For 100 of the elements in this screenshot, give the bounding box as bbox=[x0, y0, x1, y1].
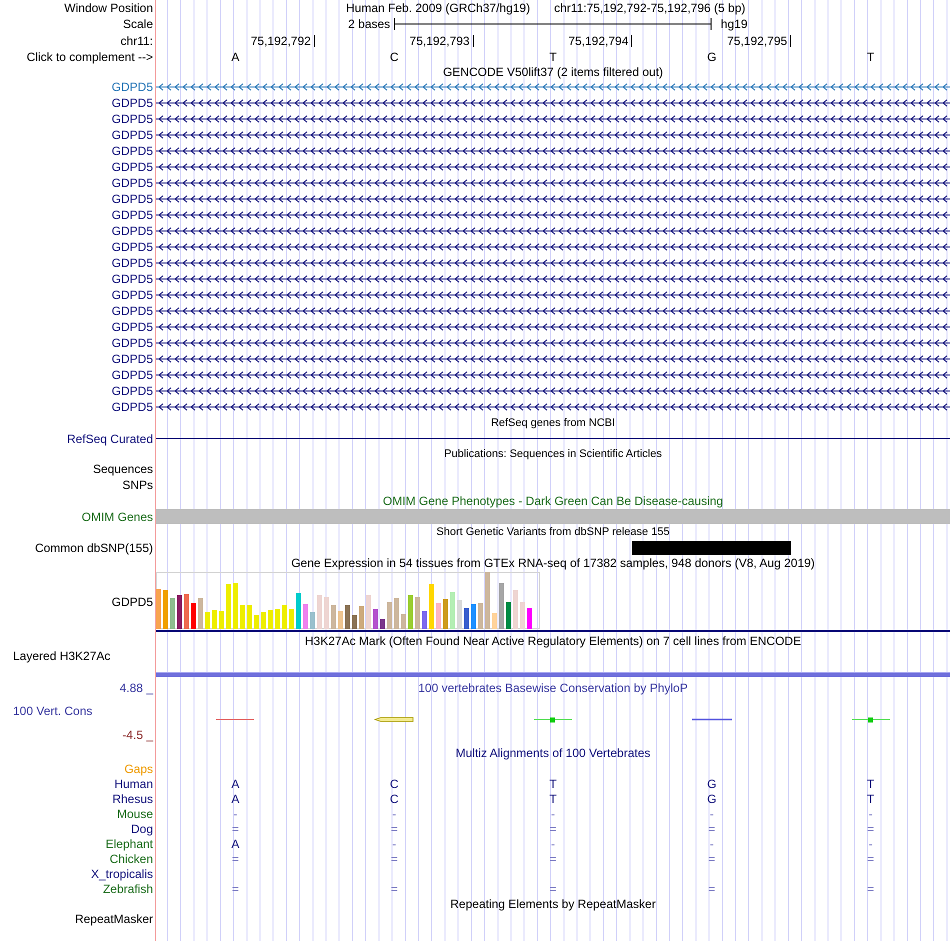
gene-label[interactable]: GDPD5 bbox=[112, 80, 153, 94]
gene-label[interactable]: GDPD5 bbox=[112, 128, 153, 142]
expression-bar bbox=[492, 613, 497, 629]
complement-base[interactable]: G bbox=[707, 50, 716, 64]
aligned-base: G bbox=[707, 792, 716, 806]
expression-bar bbox=[429, 584, 434, 629]
gene-label[interactable]: GDPD5 bbox=[112, 192, 153, 206]
aligned-base: = bbox=[867, 882, 874, 896]
aligned-base: = bbox=[867, 852, 874, 866]
aligned-base: = bbox=[549, 822, 556, 836]
expression-bar bbox=[268, 610, 273, 629]
aligned-base: C bbox=[390, 792, 399, 806]
expression-bar bbox=[401, 614, 406, 629]
expression-bar bbox=[436, 603, 441, 629]
aligned-base: - bbox=[392, 836, 396, 850]
aligned-base: = bbox=[390, 852, 398, 866]
track-label[interactable]: RepeatMasker bbox=[74, 912, 153, 926]
track-label[interactable]: RefSeq Curated bbox=[66, 432, 153, 446]
gene-label[interactable]: GDPD5 bbox=[112, 224, 153, 238]
gene-label[interactable]: GDPD5 bbox=[112, 288, 153, 302]
expression-bar bbox=[177, 595, 182, 629]
gene-label[interactable]: GDPD5 bbox=[112, 368, 153, 382]
complement-base[interactable]: C bbox=[390, 50, 399, 64]
conservation-mark bbox=[692, 718, 732, 720]
track-title: Publications: Sequences in Scientific Articles bbox=[444, 446, 662, 460]
species-label: Chicken bbox=[110, 852, 153, 866]
aligned-base: T bbox=[549, 776, 557, 790]
gene-label[interactable]: GDPD5 bbox=[112, 320, 153, 334]
header-label: Window Position bbox=[64, 1, 153, 15]
gene-label[interactable]: GDPD5 bbox=[112, 336, 153, 350]
track-label[interactable]: SNPs bbox=[122, 478, 153, 492]
expression-bar bbox=[310, 612, 315, 629]
gene-label[interactable]: GDPD5 bbox=[112, 96, 153, 110]
gene-label[interactable]: GDPD5 bbox=[112, 160, 153, 174]
expression-bar bbox=[324, 597, 329, 629]
expression-bar bbox=[485, 572, 490, 629]
aligned-base: - bbox=[710, 806, 714, 820]
gene-label[interactable]: GDPD5 bbox=[112, 304, 153, 318]
gene-label[interactable]: GDPD5 bbox=[112, 400, 153, 414]
complement-base[interactable]: A bbox=[231, 50, 240, 64]
gene-label[interactable]: GDPD5 bbox=[112, 144, 153, 158]
track-title: RefSeq genes from NCBI bbox=[490, 416, 616, 430]
complement-base[interactable]: T bbox=[549, 50, 557, 64]
track-label[interactable]: Sequences bbox=[92, 462, 153, 476]
assembly-label: hg19 bbox=[720, 17, 748, 31]
track-label[interactable]: GDPD5 bbox=[112, 594, 153, 608]
expression-bar bbox=[499, 583, 504, 629]
conservation-mark bbox=[216, 719, 255, 720]
aligned-base: - bbox=[233, 806, 238, 820]
aligned-base: - bbox=[392, 806, 396, 820]
gene-label[interactable]: GDPD5 bbox=[112, 176, 153, 190]
conservation-mark bbox=[533, 718, 572, 722]
aligned-base: T bbox=[549, 792, 557, 806]
aligned-base: = bbox=[549, 882, 556, 896]
track-label[interactable]: Layered H3K27Ac bbox=[13, 649, 110, 663]
track-label[interactable]: Common dbSNP(155) bbox=[34, 540, 153, 554]
expression-bar bbox=[331, 605, 336, 629]
expression-bar bbox=[352, 615, 357, 629]
aligned-base: = bbox=[708, 852, 716, 866]
aligned-base: A bbox=[231, 776, 240, 790]
expression-bar bbox=[219, 611, 224, 629]
track-label[interactable]: 100 Vert. Cons bbox=[13, 704, 92, 718]
track-title: Gene Expression in 54 tissues from GTEx RNA-seq of 17382 samples, 948 donors (V8, Aug 2019) bbox=[291, 556, 815, 570]
expression-bar bbox=[233, 583, 238, 629]
axis-max-label: 4.88 _ bbox=[120, 681, 153, 695]
gene-label[interactable]: GDPD5 bbox=[112, 272, 153, 286]
gene-label[interactable]: GDPD5 bbox=[112, 112, 153, 126]
track-title: Repeating Elements by RepeatMasker bbox=[450, 896, 656, 910]
expression-bar bbox=[359, 606, 364, 629]
expression-bar bbox=[156, 589, 161, 629]
expression-bar bbox=[261, 612, 266, 629]
species-label: X_tropicalis bbox=[90, 866, 153, 880]
track-title: H3K27Ac Mark (Often Found Near Active Regulatory Elements) on 7 cell lines from ENCODE bbox=[304, 634, 802, 648]
track-title: OMIM Gene Phenotypes - Dark Green Can Be Disease-causing bbox=[382, 494, 724, 508]
gene-label[interactable]: GDPD5 bbox=[112, 208, 153, 222]
axis-min-label: -4.5 _ bbox=[122, 728, 153, 742]
gene-label[interactable]: GDPD5 bbox=[112, 240, 153, 254]
species-label: Rhesus bbox=[112, 792, 153, 806]
expression-bar bbox=[338, 611, 343, 629]
header-label: Click to complement --> bbox=[26, 50, 153, 64]
gene-label[interactable]: GDPD5 bbox=[112, 256, 153, 270]
aligned-base: = bbox=[708, 882, 716, 896]
expression-bar bbox=[478, 603, 483, 629]
expression-bar bbox=[443, 599, 448, 629]
assembly-name: Human Feb. 2009 (GRCh37/hg19) bbox=[346, 1, 530, 15]
aligned-base: = bbox=[867, 822, 874, 836]
complement-base[interactable]: T bbox=[866, 50, 874, 64]
species-label: Gaps bbox=[124, 762, 153, 776]
expression-bar bbox=[275, 609, 280, 629]
expression-bar bbox=[415, 597, 420, 629]
conservation-mark bbox=[374, 717, 414, 722]
aligned-base: A bbox=[231, 792, 240, 806]
header-label: Scale bbox=[122, 17, 153, 31]
gene-label[interactable]: GDPD5 bbox=[112, 352, 153, 366]
gene-label[interactable]: GDPD5 bbox=[112, 384, 153, 398]
position-text: chr11:75,192,792-75,192,796 (5 bp) bbox=[554, 1, 746, 15]
expression-bar bbox=[527, 608, 532, 629]
aligned-base: - bbox=[710, 836, 714, 850]
track-label[interactable]: OMIM Genes bbox=[82, 510, 153, 524]
coordinate-label: 75,192,793 bbox=[410, 34, 474, 46]
